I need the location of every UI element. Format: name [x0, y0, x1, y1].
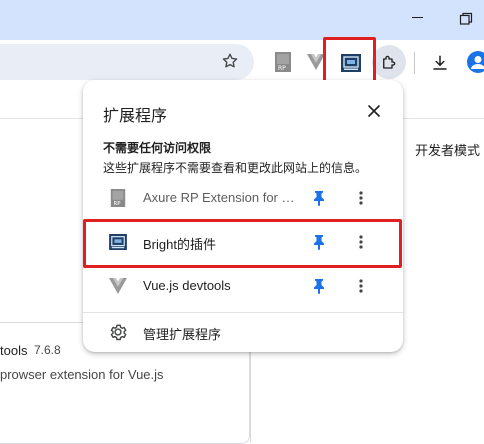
axure-rp-icon: RP — [108, 188, 128, 208]
svg-text:RP: RP — [278, 65, 286, 72]
extension-name: Axure RP Extension for Chrome — [143, 190, 299, 205]
extension-row-axure[interactable]: RP Axure RP Extension for Chrome — [83, 178, 403, 218]
svg-text:RP: RP — [114, 201, 122, 207]
gear-icon — [110, 324, 127, 341]
section-title: 不需要任何访问权限 — [103, 141, 212, 155]
restore-icon[interactable] — [459, 12, 473, 26]
extension-name: Vue.js devtools — [143, 278, 231, 293]
developer-mode-label[interactable]: 开发者模式 — [415, 140, 480, 159]
manage-extensions-button[interactable]: 管理扩展程序 — [83, 312, 403, 352]
section-description: 这些扩展程序不需要查看和更改此网站上的信息。 — [103, 161, 368, 175]
star-icon[interactable] — [219, 50, 241, 72]
toolbar-separator — [414, 52, 415, 74]
profile-icon[interactable] — [465, 49, 484, 75]
minimize-icon[interactable] — [412, 17, 423, 18]
popup-title: 扩展程序 — [103, 108, 168, 125]
more-options-icon[interactable] — [351, 188, 371, 208]
address-bar[interactable] — [0, 44, 254, 80]
axure-rp-icon[interactable]: RP — [272, 50, 294, 74]
vue-icon — [108, 276, 128, 296]
extensions-popup: 扩展程序 不需要任何访问权限 这些扩展程序不需要查看和更改此网站上的信息。 RP… — [83, 80, 403, 352]
manage-extensions-label: 管理扩展程序 — [143, 327, 222, 342]
more-options-icon[interactable] — [351, 276, 371, 296]
pin-icon[interactable] — [309, 188, 329, 208]
extensions-puzzle-icon[interactable] — [372, 45, 406, 79]
extension-card-description: prowser extension for Vue.js — [0, 367, 164, 382]
extension-row-vue[interactable]: Vue.js devtools — [83, 266, 403, 306]
extension-card-version: 7.6.8 — [34, 343, 61, 357]
extension-card-name: tools — [0, 343, 28, 358]
highlight-box-row — [83, 219, 402, 268]
title-bar — [0, 0, 484, 40]
close-icon[interactable] — [361, 98, 387, 124]
download-icon[interactable] — [427, 50, 453, 76]
pin-icon[interactable] — [309, 276, 329, 296]
